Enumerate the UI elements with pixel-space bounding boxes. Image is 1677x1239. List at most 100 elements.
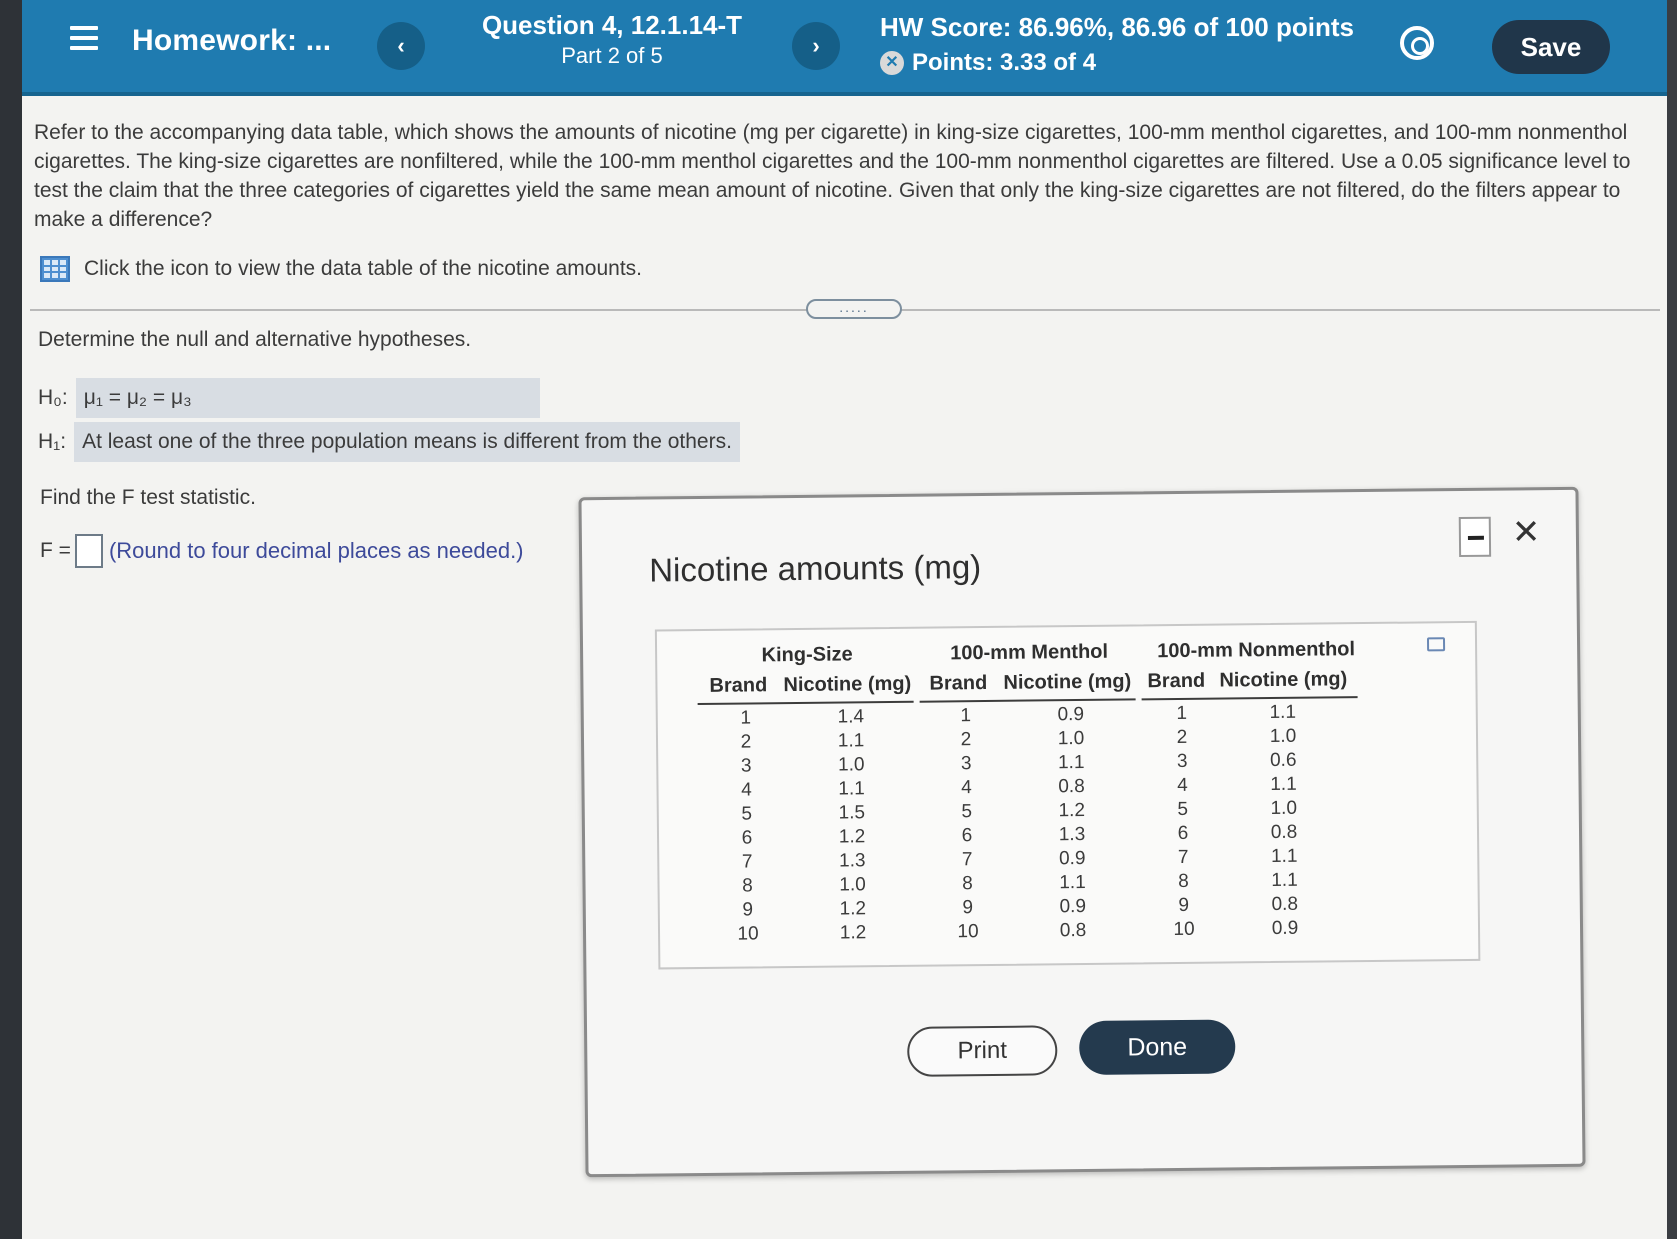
table-cell-king-size: 1.1	[838, 778, 865, 800]
group-header-menthol: 100-mm Menthol	[950, 640, 1109, 665]
settings-gear-icon[interactable]	[1400, 26, 1434, 60]
table-cell-menthol: 1.3	[1058, 823, 1086, 846]
menthol-nicotine-header: Nicotine (mg)	[1003, 670, 1132, 694]
table-cell-brand: 5	[741, 803, 753, 825]
table-cell-brand: 5	[1177, 798, 1189, 820]
table-cell-nonmenthol: 1.0	[1270, 797, 1298, 820]
nonmenthol-nicotine-column: 1.1 1.0 0.6 1.1 1.0 0.8 1.1 1.1 0.8 0.9	[1258, 701, 1311, 942]
table-cell-nonmenthol: 1.1	[1271, 869, 1298, 892]
screen: Homework: ... ‹ Question 4, 12.1.14-T Pa…	[0, 0, 1677, 1239]
nonmenthol-brand-header: Brand	[1147, 669, 1206, 693]
menthol-header-rule	[919, 698, 1136, 703]
copy-table-icon[interactable]	[1426, 637, 1446, 652]
data-table-link[interactable]: Click the icon to view the data table of…	[40, 256, 642, 282]
table-cell-nonmenthol: 0.8	[1270, 821, 1298, 844]
table-cell-brand: 2	[960, 729, 972, 751]
table-cell-brand: 3	[960, 753, 972, 775]
table-cell-king-size: 1.0	[837, 754, 865, 776]
table-cell-nonmenthol: 0.9	[1271, 917, 1299, 940]
table-cell-nonmenthol: 1.0	[1269, 725, 1297, 748]
table-cell-nonmenthol: 1.1	[1269, 701, 1297, 724]
f-answer-row: F = (Round to four decimal places as nee…	[40, 534, 524, 568]
print-button[interactable]: Print	[907, 1025, 1058, 1077]
table-cell-menthol: 0.8	[1058, 775, 1085, 798]
previous-question-button[interactable]: ‹	[377, 22, 425, 70]
homework-title[interactable]: Homework: ...	[132, 24, 331, 58]
f-statistic-input[interactable]	[74, 534, 103, 568]
table-cell-king-size: 1.0	[839, 874, 866, 896]
table-cell-menthol: 0.9	[1059, 895, 1087, 918]
table-cell-menthol: 1.1	[1057, 751, 1085, 774]
table-cell-brand: 8	[962, 873, 973, 895]
king-brand-column: 1 2 3 4 5 6 7 8 9 10	[726, 706, 769, 946]
table-cell-brand: 9	[1178, 894, 1190, 916]
group-header-king-size: King-Size	[761, 643, 853, 667]
table-cell-brand: 10	[1173, 918, 1195, 941]
table-cell-brand: 5	[961, 801, 973, 823]
points-text: Points: 3.33 of 4	[912, 49, 1097, 76]
table-cell-menthol: 1.2	[1058, 799, 1086, 822]
question-text: Refer to the accompanying data table, wh…	[34, 121, 1631, 231]
f-label: F =	[40, 539, 71, 562]
table-cell-king-size: 1.2	[839, 922, 867, 944]
menu-icon[interactable]	[70, 26, 98, 52]
table-cell-menthol: 0.9	[1058, 847, 1086, 870]
h1-answer[interactable]: At least one of the three population mea…	[74, 422, 740, 462]
table-cell-brand: 7	[741, 851, 753, 873]
alternative-hypothesis-row: H₁: At least one of the three population…	[38, 422, 740, 462]
table-cell-brand: 1	[960, 705, 972, 727]
save-button[interactable]: Save	[1492, 20, 1610, 74]
h1-label: H₁:	[38, 430, 67, 453]
king-nicotine-header: Nicotine (mg)	[783, 672, 912, 697]
table-cell-nonmenthol: 0.6	[1269, 749, 1297, 772]
menthol-nicotine-column: 0.9 1.0 1.1 0.8 1.2 1.3 0.9 1.1 0.9 0.8	[1046, 703, 1099, 944]
table-cell-brand: 4	[961, 777, 972, 799]
table-cell-king-size: 1.1	[837, 730, 865, 752]
partial-credit-icon: ✕	[880, 51, 904, 75]
table-cell-brand: 10	[737, 923, 759, 945]
h0-answer[interactable]: μ₁ = μ₂ = μ₃	[75, 378, 540, 418]
null-hypothesis-row: H₀: μ₁ = μ₂ = μ₃	[38, 378, 540, 418]
table-cell-brand: 6	[1177, 822, 1189, 844]
group-header-nonmenthol: 100-mm Nonmenthol	[1157, 638, 1356, 663]
f-test-prompt: Find the F test statistic.	[40, 486, 256, 509]
nicotine-data-table: King-Size 100-mm Menthol 100-mm Nonmenth…	[654, 620, 1481, 970]
table-cell-brand: 2	[740, 731, 752, 753]
table-cell-brand: 2	[1176, 726, 1188, 749]
data-table-link-text[interactable]: Click the icon to view the data table of…	[84, 257, 642, 281]
table-cell-brand: 1	[740, 707, 752, 729]
table-cell-brand: 6	[741, 827, 753, 849]
data-table-icon[interactable]	[40, 256, 70, 282]
next-question-button[interactable]: ›	[792, 22, 840, 70]
table-cell-brand: 3	[740, 755, 752, 777]
close-icon[interactable]: ✕	[1512, 512, 1541, 552]
nonmenthol-nicotine-header: Nicotine (mg)	[1219, 668, 1348, 692]
table-cell-brand: 6	[961, 825, 973, 847]
table-cell-king-size: 1.2	[839, 898, 867, 920]
table-cell-brand: 4	[741, 779, 752, 801]
table-cell-brand: 4	[1177, 774, 1188, 796]
top-bar: Homework: ... ‹ Question 4, 12.1.14-T Pa…	[22, 0, 1667, 96]
table-cell-brand: 10	[957, 921, 979, 943]
king-brand-header: Brand	[709, 674, 768, 697]
table-cell-brand: 8	[1178, 870, 1189, 892]
table-cell-king-size: 1.5	[838, 802, 866, 824]
table-cell-nonmenthol: 1.1	[1270, 773, 1297, 796]
menthol-brand-header: Brand	[929, 671, 988, 695]
table-cell-brand: 9	[742, 899, 754, 921]
question-info: Question 4, 12.1.14-T Part 2 of 5	[472, 10, 752, 69]
table-cell-brand: 7	[961, 849, 973, 871]
minimize-button[interactable]	[1458, 516, 1492, 558]
table-cell-king-size: 1.2	[838, 826, 866, 848]
table-cell-brand: 3	[1176, 750, 1188, 773]
hw-score: HW Score: 86.96%, 86.96 of 100 points	[880, 12, 1354, 42]
question-part: Part 2 of 5	[561, 43, 663, 68]
resize-handle[interactable]: .....	[806, 299, 902, 319]
table-cell-king-size: 1.4	[837, 706, 865, 728]
score-block: HW Score: 86.96%, 86.96 of 100 points ✕ …	[880, 12, 1354, 77]
table-cell-menthol: 0.9	[1057, 703, 1085, 726]
king-nicotine-column: 1.4 1.1 1.0 1.1 1.5 1.2 1.3 1.0 1.2 1.2	[826, 705, 879, 946]
rounding-note: (Round to four decimal places as needed.…	[108, 538, 524, 563]
nonmenthol-header-rule	[1141, 696, 1358, 701]
done-button[interactable]: Done	[1078, 1019, 1236, 1076]
